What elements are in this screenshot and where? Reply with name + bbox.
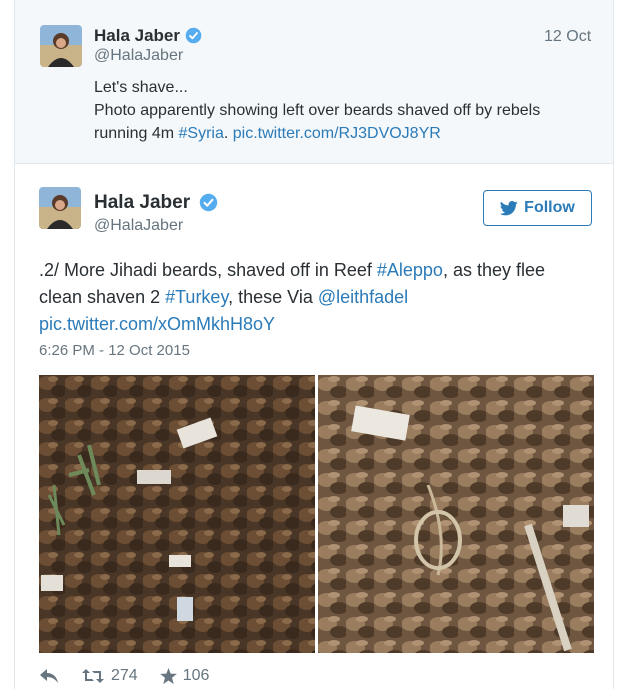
hashtag-link[interactable]: #Turkey	[165, 287, 228, 307]
main-tweet-text: .2/ More Jihadi beards, shaved off in Re…	[39, 257, 599, 338]
hashtag-link[interactable]: #Syria	[179, 125, 224, 142]
tweet-text: .2/ More Jihadi beards, shaved off in Re…	[39, 260, 377, 280]
tweet-photos	[39, 375, 594, 653]
verified-badge-icon	[199, 193, 218, 212]
retweet-icon	[82, 669, 104, 683]
twitter-bird-icon	[500, 200, 518, 215]
tweet-text: running 4m	[94, 125, 179, 142]
tweet-line: Let's shave...	[94, 79, 188, 96]
retweet-button[interactable]: 274	[81, 667, 138, 685]
author-name[interactable]: Hala Jaber	[94, 26, 180, 46]
tweet-photo[interactable]	[318, 375, 594, 653]
verified-badge-icon	[185, 27, 202, 44]
tweet-line: .2/ More Jihadi beards, shaved off in Re…	[39, 257, 599, 284]
favorite-count: 106	[182, 667, 210, 684]
hashtag-link[interactable]: #Aleppo	[377, 260, 443, 280]
retweet-count: 274	[111, 667, 138, 684]
tweet-line: running 4m #Syria. pic.twitter.com/RJ3DV…	[94, 122, 594, 145]
author-handle[interactable]: @HalaJaber	[94, 217, 183, 235]
avatar[interactable]	[40, 25, 82, 67]
pic-link[interactable]: pic.twitter.com/xOmMkhH8oY	[39, 314, 275, 334]
tweet-text: , these Via	[228, 287, 318, 307]
mention-link[interactable]: @leithfadel	[318, 287, 408, 307]
tweet-line: clean shaven 2 #Turkey, these Via @leith…	[39, 284, 599, 311]
avatar[interactable]	[39, 187, 81, 229]
author-handle[interactable]: @HalaJaber	[94, 47, 183, 65]
parent-tweet-text: Let's shave... Photo apparently showing …	[94, 76, 594, 145]
tweet-photo[interactable]	[39, 375, 315, 653]
tweet-line: pic.twitter.com/xOmMkhH8oY	[39, 311, 599, 338]
follow-button[interactable]: Follow	[483, 190, 592, 226]
author-name[interactable]: Hala Jaber	[94, 192, 190, 214]
reply-icon	[40, 669, 58, 683]
tweet-text: clean shaven 2	[39, 287, 166, 307]
parent-tweet[interactable]: Hala Jaber @HalaJaber 12 Oct Let's shave…	[15, 0, 613, 164]
tweet-text: .	[223, 125, 233, 142]
reply-button[interactable]	[39, 668, 59, 684]
tweet-actions: 274 106	[39, 664, 231, 688]
pic-link[interactable]: pic.twitter.com/RJ3DVOJ8YR	[233, 125, 441, 142]
favorite-star-icon	[159, 668, 177, 684]
tweet-date[interactable]: 12 Oct	[544, 28, 591, 46]
tweet-timestamp[interactable]: 6:26 PM - 12 Oct 2015	[39, 342, 190, 359]
favorite-button[interactable]: 106	[159, 667, 210, 685]
tweet-line: Photo apparently showing left over beard…	[94, 102, 541, 119]
follow-label: Follow	[524, 199, 575, 216]
tweet-text: , as they flee	[442, 260, 545, 280]
